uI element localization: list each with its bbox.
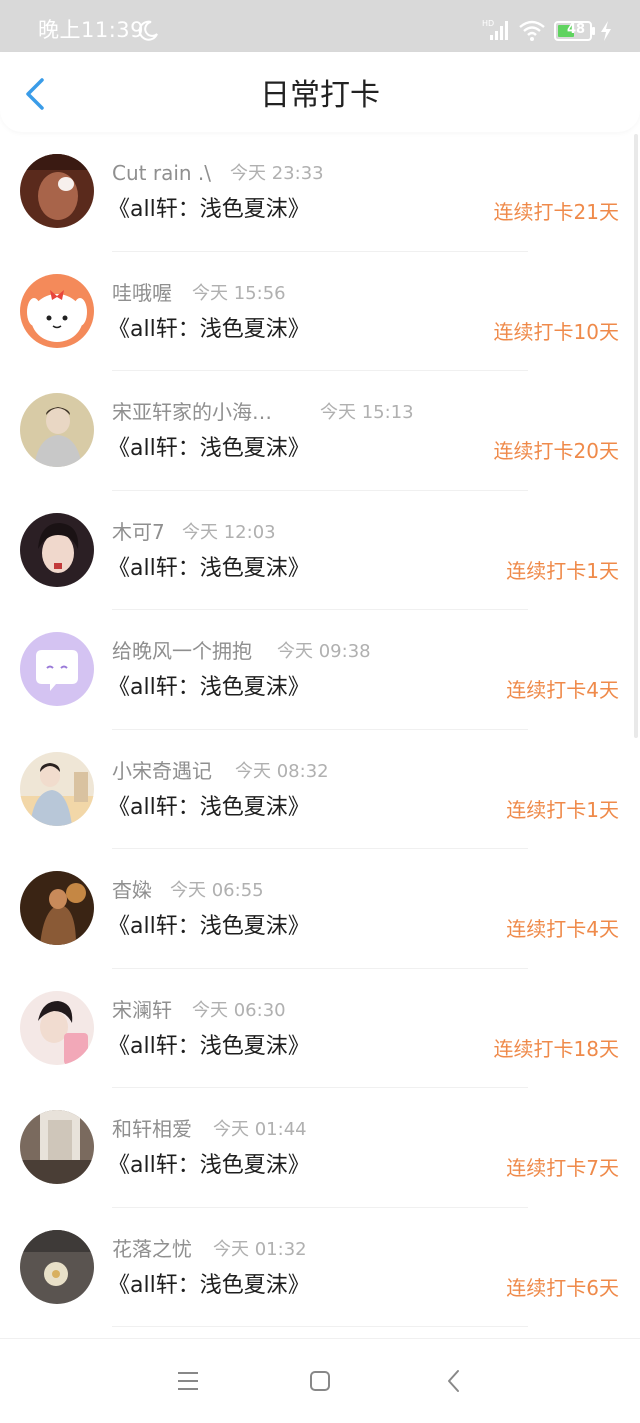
post-time: 今天 23:33 [230,163,324,184]
list-item[interactable]: 宋澜轩 今天 06:30 《all轩：浅色夏沫》 连续打卡18天 [0,969,640,1089]
streak-badge: 连续打卡21天 [493,200,619,224]
moon-icon [138,20,158,41]
list-item[interactable]: 和轩相爱 今天 01:44 《all轩：浅色夏沫》 连续打卡7天 [0,1088,640,1208]
avatar[interactable] [20,751,94,826]
book-title[interactable]: 《all轩：浅色夏沫》 [108,314,310,346]
user-name: 宋亚轩家的小海… [112,400,272,424]
list-item[interactable]: 小宋奇遇记 今天 08:32 《all轩：浅色夏沫》 连续打卡1天 [0,730,640,850]
book-title[interactable]: 《all轩：浅色夏沫》 [108,553,310,585]
post-time: 今天 01:32 [213,1238,307,1260]
avatar[interactable] [20,154,94,228]
book-title[interactable]: 《all轩：浅色夏沫》 [108,433,310,465]
wifi-icon [519,20,545,41]
user-name: 哇哦喔 [112,280,172,305]
book-title[interactable]: 《all轩：浅色夏沫》 [108,1150,310,1182]
book-title[interactable]: 《all轩：浅色夏沫》 [108,911,310,943]
streak-badge: 连续打卡7天 [506,1156,619,1180]
list-item[interactable]: 花落之忧 今天 01:32 《all轩：浅色夏沫》 连续打卡6天 [0,1208,640,1328]
page-title: 日常打卡 [260,78,380,113]
streak-badge: 连续打卡4天 [506,917,619,941]
post-time: 今天 08:32 [235,760,329,782]
list-item[interactable]: 木可7 今天 12:03 《all轩：浅色夏沫》 连续打卡1天 [0,491,640,611]
user-name: 给晚风一个拥抱 [112,639,252,663]
streak-badge: 连续打卡10天 [493,319,619,344]
signal-icon: HD [482,19,508,40]
book-title[interactable]: 《all轩：浅色夏沫》 [108,194,310,226]
scrollbar[interactable] [634,134,638,738]
post-time: 今天 06:55 [170,880,264,901]
avatar[interactable] [20,512,94,587]
list-item[interactable]: 给晚风一个拥抱 今天 09:38 《all轩：浅色夏沫》 连续打卡4天 [0,610,640,730]
streak-badge: 连续打卡1天 [506,797,619,822]
avatar[interactable] [20,1110,94,1184]
post-time: 今天 15:13 [320,402,414,423]
streak-badge: 连续打卡4天 [506,678,619,702]
post-time: 今天 09:38 [277,641,371,662]
list-item[interactable]: 宋亚轩家的小海… 今天 15:13 《all轩：浅色夏沫》 连续打卡20天 [0,371,640,491]
home-icon[interactable] [302,1363,338,1399]
menu-icon[interactable] [170,1363,206,1399]
list-item[interactable]: 哇哦喔 今天 15:56 《all轩：浅色夏沫》 连续打卡10天 [0,252,640,372]
nav-back-icon[interactable] [436,1363,472,1399]
charging-icon [601,21,611,41]
streak-badge: 连续打卡1天 [506,558,619,583]
streak-badge: 连续打卡18天 [493,1036,619,1061]
post-time: 今天 15:56 [192,282,286,304]
user-name: 和轩相爱 [112,1117,192,1141]
streak-badge: 连续打卡20天 [493,439,619,463]
user-name: 宋澜轩 [112,997,172,1022]
system-nav-bar [0,1338,640,1423]
post-time: 今天 12:03 [182,521,276,543]
user-name: 花落之忧 [112,1236,192,1261]
user-name: 小宋奇遇记 [112,758,212,783]
avatar[interactable] [20,1229,94,1304]
list-item[interactable]: Cut rain .\ 今天 23:33 《all轩：浅色夏沫》 连续打卡21天 [0,132,640,252]
battery-level: 48 [566,22,586,37]
status-bar: 晚上11:39 HD 48 [0,0,640,52]
avatar[interactable] [20,632,94,706]
svg-text:HD: HD [482,19,494,28]
book-title[interactable]: 《all轩：浅色夏沫》 [108,1270,310,1302]
avatar[interactable] [20,871,94,945]
user-name: 木可7 [112,519,165,544]
avatar[interactable] [20,273,94,348]
book-title[interactable]: 《all轩：浅色夏沫》 [108,792,310,824]
header: 日常打卡 [0,52,640,132]
list-item[interactable]: 杳媣 今天 06:55 《all轩：浅色夏沫》 连续打卡4天 [0,849,640,969]
status-time: 晚上11:39 [38,18,145,42]
avatar[interactable] [20,990,94,1065]
user-name: 杳媣 [112,878,152,902]
post-time: 今天 06:30 [192,999,286,1021]
user-name: Cut rain .\ [112,161,212,185]
checkin-list: Cut rain .\ 今天 23:33 《all轩：浅色夏沫》 连续打卡21天… [0,132,640,1327]
avatar[interactable] [20,393,94,467]
post-time: 今天 01:44 [213,1119,307,1140]
book-title[interactable]: 《all轩：浅色夏沫》 [108,1031,310,1063]
book-title[interactable]: 《all轩：浅色夏沫》 [108,672,310,704]
streak-badge: 连续打卡6天 [506,1275,619,1300]
